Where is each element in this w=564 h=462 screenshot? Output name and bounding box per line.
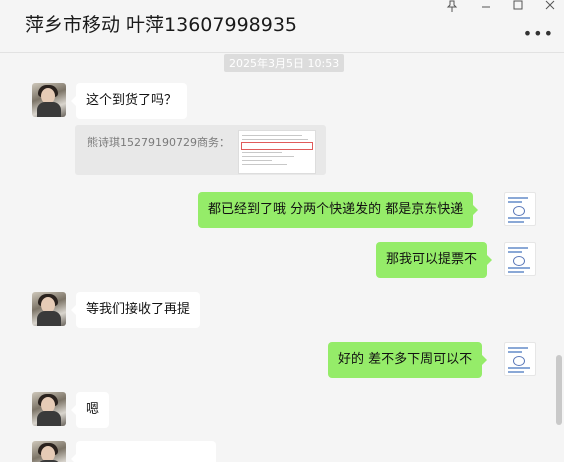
self-avatar[interactable] bbox=[504, 242, 536, 276]
more-icon[interactable]: ••• bbox=[523, 24, 554, 43]
message-bubble[interactable]: 等我们接收了再提 bbox=[70, 292, 201, 328]
quoted-sender: 熊诗琪15279190729商务： bbox=[87, 136, 230, 149]
message-bubble[interactable]: 好的 差不多下周可以不 bbox=[328, 342, 488, 378]
message-bubble[interactable]: 都已经到了哦 分两个快递发的 都是京东快递 bbox=[198, 192, 479, 228]
maximize-icon[interactable] bbox=[512, 0, 524, 14]
contact-avatar[interactable] bbox=[32, 441, 66, 462]
message-list[interactable]: 2025年3月5日 10:53 这个到货了吗？ 熊诗琪15279190729商务… bbox=[0, 53, 564, 462]
chat-header: 萍乡市移动 叶萍13607998935 ••• bbox=[0, 0, 564, 53]
contact-avatar[interactable] bbox=[32, 83, 66, 117]
message-bubble[interactable]: 那我可以提票不 bbox=[376, 242, 493, 278]
quoted-message[interactable]: 熊诗琪15279190729商务： bbox=[75, 125, 326, 175]
chat-title: 萍乡市移动 叶萍13607998935 bbox=[25, 14, 298, 36]
message-timestamp: 2025年3月5日 10:53 bbox=[224, 54, 345, 72]
pin-icon[interactable] bbox=[446, 0, 458, 14]
self-avatar[interactable] bbox=[504, 192, 536, 226]
self-avatar[interactable] bbox=[504, 342, 536, 376]
message-bubble[interactable]: 这个到货了吗？ bbox=[70, 83, 188, 119]
close-icon[interactable] bbox=[544, 0, 556, 14]
message-bubble-partial[interactable] bbox=[71, 441, 216, 462]
message-bubble[interactable]: 嗯 bbox=[70, 392, 110, 428]
contact-avatar[interactable] bbox=[32, 292, 66, 326]
quoted-image-thumbnail[interactable] bbox=[238, 130, 316, 174]
contact-avatar[interactable] bbox=[32, 392, 66, 426]
chat-scrollbar[interactable] bbox=[556, 355, 562, 425]
minimize-icon[interactable] bbox=[480, 0, 492, 14]
